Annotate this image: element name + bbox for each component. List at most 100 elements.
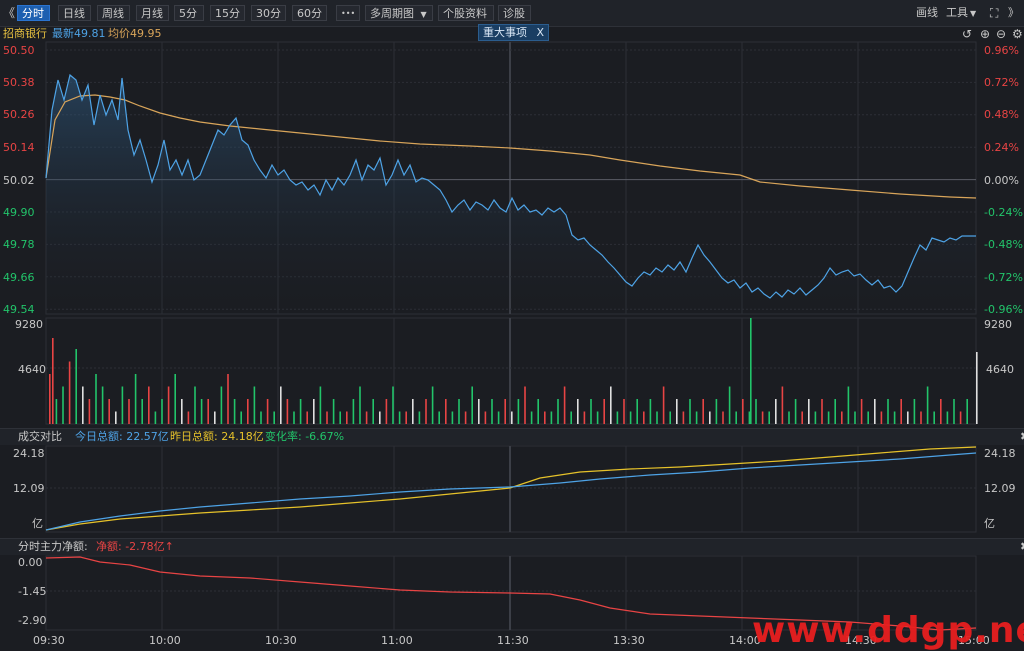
volume-bar [445,399,447,424]
volume-bar [49,374,51,424]
volume-bar [781,386,784,424]
volume-bar [187,411,190,424]
volume-bar [108,399,110,424]
pct-label-right: -0.24% [984,206,1023,219]
time-label: 10:30 [265,634,297,647]
volume-bar [821,399,823,424]
volume-bar [62,386,64,424]
volume-bar [299,399,302,424]
volume-bar [431,386,434,424]
volume-bar [827,411,830,424]
volume-bar [141,399,143,424]
volume-bar [134,374,137,424]
pct-label-right: 0.72% [984,76,1019,89]
volume-bar [167,386,170,424]
volume-bar [365,411,368,424]
volume-bar [550,411,553,424]
volume-bar [735,411,737,424]
volume-bar [544,411,546,424]
volume-bar [247,399,249,424]
volume-bar [933,411,935,424]
net-label-1: -1.45 [18,585,46,598]
volume-bar [629,411,632,424]
volume-bar [742,399,744,424]
volume-bar [557,399,559,424]
volume-bar [524,386,526,424]
volume-bar [339,411,341,424]
volume-bar [722,411,724,424]
volume-bar [728,386,731,424]
volume-bar [834,399,836,424]
volume-bar [814,411,817,424]
volume-bar [854,411,856,424]
volume-bar [52,338,54,424]
turnover-label-mid-right: 12.09 [984,482,1016,495]
turnover-label-mid: 12.09 [13,482,45,495]
volume-bar [966,399,968,424]
volume-bar [174,374,176,424]
volume-bar [603,399,605,424]
volume-bar [372,399,374,424]
volume-bar [808,399,810,424]
turnover-unit: 亿 [32,517,43,530]
volume-bar [801,411,803,424]
volume-bar [154,411,157,424]
price-label-left: 49.66 [3,271,35,284]
volume-bar [953,399,955,424]
volume-bar [926,386,929,424]
volume-bar [504,399,506,424]
turnover-label-top-right: 24.18 [984,447,1016,460]
watermark: www.ddgp.net [752,610,1024,651]
volume-bar [101,386,104,424]
volume-bar [907,411,909,424]
volume-bar [643,411,645,424]
volume-bar [689,399,691,424]
volume-bar [794,399,797,424]
volume-bar [682,411,685,424]
volume-bar [841,411,843,424]
volume-bar [451,411,454,424]
pct-label-right: -0.48% [984,238,1023,251]
time-label: 09:30 [33,634,65,647]
volume-bar [326,411,328,424]
volume-bar [511,411,513,424]
pct-label-right: -0.96% [984,303,1023,316]
volume-bar [649,399,652,424]
volume-bar [200,399,203,424]
volume-bar [68,361,71,424]
volume-bar [920,411,922,424]
volume-bar [438,411,440,424]
volume-bar [306,411,308,424]
volume-bar [128,399,130,424]
volume-bar [332,399,335,424]
volume-bar [253,386,256,424]
volume-bar [577,399,579,424]
volume-bar [464,411,467,424]
volume-bar [55,399,58,424]
volume-bar [181,399,183,424]
volume-bar [214,411,216,424]
time-label: 13:30 [613,634,645,647]
price-label-left: 50.38 [3,76,35,89]
volume-bar [959,411,962,424]
pct-label-right: -0.72% [984,271,1023,284]
volume-bar [570,411,572,424]
volume-bar [379,411,381,424]
volume-bar [761,411,764,424]
volume-bar [194,386,196,424]
volume-bar [755,399,757,424]
volume-bar [537,399,539,424]
volume-bar [471,386,473,424]
volume-bar [280,386,282,424]
volume-bar [95,374,97,424]
volume-bar [88,399,91,424]
change-rate: 变化率: -6.67% [265,430,345,443]
pct-label-right: 0.48% [984,108,1019,121]
volume-bar [121,386,124,424]
price-label-left: 49.90 [3,206,35,219]
price-label-left: 50.02 [3,174,35,187]
volume-bar [788,411,790,424]
volume-bar [530,411,533,424]
volume-bars [49,318,978,424]
volume-bar [887,399,889,424]
